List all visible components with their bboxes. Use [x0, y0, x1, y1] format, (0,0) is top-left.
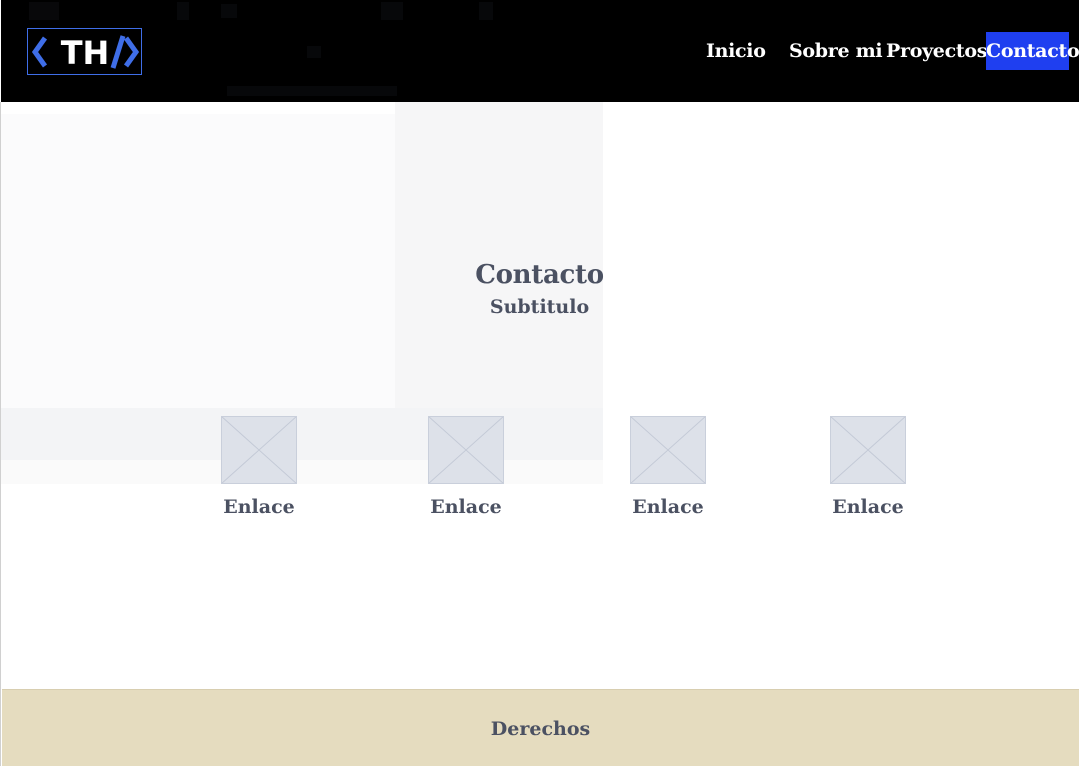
- nav-item-sobre-mi[interactable]: Sobre mi: [789, 32, 883, 70]
- page-title: Contacto: [475, 260, 604, 290]
- nav-item-proyectos[interactable]: Proyectos: [886, 32, 987, 70]
- site-logo[interactable]: TH: [27, 28, 142, 75]
- contact-link-3[interactable]: Enlace: [608, 416, 728, 518]
- image-placeholder-icon: [630, 416, 706, 484]
- image-placeholder-icon: [221, 416, 297, 484]
- site-footer: Derechos: [2, 689, 1079, 766]
- nav-item-inicio[interactable]: Inicio: [706, 32, 766, 70]
- footer-copyright: Derechos: [490, 718, 591, 740]
- image-placeholder-icon: [428, 416, 504, 484]
- contact-link-2[interactable]: Enlace: [406, 416, 526, 518]
- site-header: TH Inicio Sobre mi Proyectos Contacto: [1, 0, 1079, 102]
- contact-link-4[interactable]: Enlace: [808, 416, 928, 518]
- link-label: Enlace: [632, 496, 704, 518]
- page-subtitle: Subtitulo: [489, 296, 590, 318]
- svg-text:TH: TH: [60, 34, 109, 72]
- nav-item-contacto[interactable]: Contacto: [986, 32, 1079, 70]
- logo-mark: TH: [31, 34, 139, 72]
- contact-link-1[interactable]: Enlace: [199, 416, 319, 518]
- link-label: Enlace: [430, 496, 502, 518]
- image-placeholder-icon: [830, 416, 906, 484]
- link-label: Enlace: [832, 496, 904, 518]
- link-label: Enlace: [223, 496, 295, 518]
